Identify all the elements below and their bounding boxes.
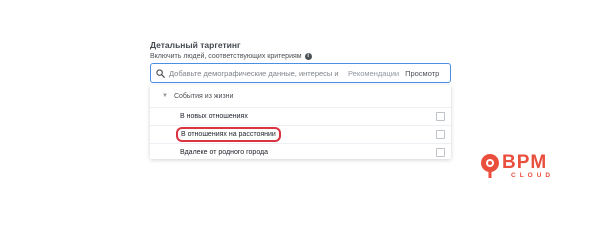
screenshot-canvas: Детальный таргетинг Включить людей, соот… (0, 0, 600, 205)
category-life-events[interactable]: ▼ События из жизни (150, 85, 451, 108)
list-item-label: В отношениях на расстоянии (176, 127, 281, 142)
targeting-subtitle-row: Включить людей, соответствующих критерия… (150, 51, 312, 61)
checkbox[interactable] (436, 148, 445, 157)
brand-subtitle: CLOUD (511, 172, 555, 179)
targeting-subtitle: Включить людей, соответствующих критерия… (150, 52, 302, 60)
category-label: События из жизни (173, 92, 234, 100)
info-icon[interactable]: i (304, 52, 312, 60)
recommendations-link[interactable]: Рекомендации (348, 69, 399, 78)
checkbox[interactable] (436, 112, 445, 121)
targeting-search-input[interactable] (169, 68, 345, 78)
list-item-away-from-hometown[interactable]: Вдалеке от родного города (150, 144, 451, 159)
brand-name: BPM (502, 152, 548, 173)
targeting-search-box[interactable]: Рекомендации Просмотр (150, 63, 451, 83)
list-item-label: В новых отношениях (180, 113, 248, 120)
caret-down-icon: ▼ (162, 93, 168, 99)
bpm-logo-mark-icon (481, 154, 499, 178)
checkbox[interactable] (436, 130, 445, 139)
bpm-cloud-logo: BPM CLOUD (480, 152, 575, 183)
search-icon (156, 68, 165, 78)
detailed-targeting-title: Детальный таргетинг (150, 40, 241, 50)
list-item-long-distance-relationship[interactable]: В отношениях на расстоянии (150, 126, 451, 144)
list-item-new-relationship[interactable]: В новых отношениях (150, 108, 451, 126)
targeting-suggestions-dropdown: ▼ События из жизни В новых отношениях В … (150, 85, 451, 159)
browse-link[interactable]: Просмотр (405, 69, 439, 78)
list-item-label: Вдалеке от родного города (180, 149, 269, 156)
